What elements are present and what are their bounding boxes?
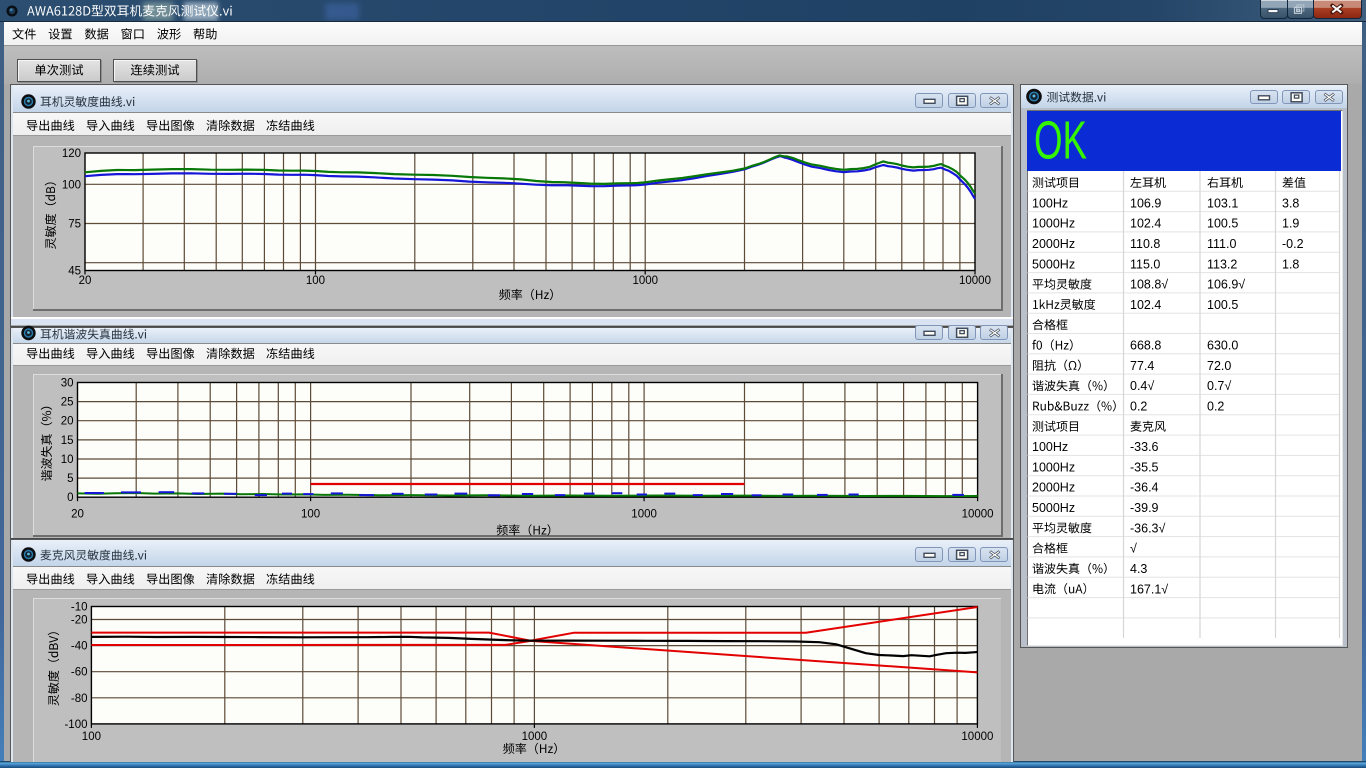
svg-text:668.8: 668.8 xyxy=(1130,339,1161,353)
svg-text:-36.3√: -36.3√ xyxy=(1130,521,1165,535)
svg-text:1.8: 1.8 xyxy=(1282,257,1299,271)
svg-text:-60: -60 xyxy=(71,667,88,679)
svg-text:1000: 1000 xyxy=(522,731,548,743)
svg-text:5000Hz: 5000Hz xyxy=(1032,501,1075,515)
svg-text:OK: OK xyxy=(1034,109,1087,170)
svg-text:100Hz: 100Hz xyxy=(1032,196,1068,210)
svg-text:5000Hz: 5000Hz xyxy=(1032,257,1075,271)
svg-text:-35.5: -35.5 xyxy=(1130,460,1159,474)
svg-text:115.0: 115.0 xyxy=(1130,257,1160,271)
svg-text:100: 100 xyxy=(306,275,325,287)
svg-text:20: 20 xyxy=(61,416,74,428)
svg-text:630.0: 630.0 xyxy=(1207,339,1238,353)
svg-text:100: 100 xyxy=(301,509,320,521)
svg-text:1000Hz: 1000Hz xyxy=(1032,217,1075,231)
svg-text:100.5: 100.5 xyxy=(1207,298,1238,312)
svg-text:-36.4: -36.4 xyxy=(1130,481,1159,495)
svg-text:167.1√: 167.1√ xyxy=(1130,582,1168,596)
svg-text:10000: 10000 xyxy=(961,731,993,743)
svg-text:25: 25 xyxy=(61,397,74,409)
svg-text:100: 100 xyxy=(62,179,81,191)
svg-text:100.5: 100.5 xyxy=(1207,217,1238,231)
svg-text:20: 20 xyxy=(79,275,92,287)
svg-text:-20: -20 xyxy=(71,615,88,627)
svg-text:102.4: 102.4 xyxy=(1130,298,1161,312)
svg-text:15: 15 xyxy=(61,435,74,447)
svg-text:1000: 1000 xyxy=(631,509,657,521)
svg-text:103.1: 103.1 xyxy=(1207,196,1238,210)
svg-text:-39.9: -39.9 xyxy=(1130,501,1159,515)
svg-text:4.3: 4.3 xyxy=(1130,562,1147,576)
svg-text:108.8√: 108.8√ xyxy=(1130,278,1168,292)
svg-text:1000Hz: 1000Hz xyxy=(1032,460,1075,474)
svg-text:√: √ xyxy=(1130,542,1137,556)
svg-text:5: 5 xyxy=(67,473,73,485)
svg-text:100: 100 xyxy=(82,731,101,743)
svg-text:30: 30 xyxy=(61,378,74,390)
svg-text:1.9: 1.9 xyxy=(1282,217,1299,231)
svg-text:110.8: 110.8 xyxy=(1130,237,1160,251)
svg-text:3.8: 3.8 xyxy=(1282,196,1299,210)
svg-text:10000: 10000 xyxy=(959,275,991,287)
svg-text:120: 120 xyxy=(62,148,81,160)
svg-text:-10: -10 xyxy=(71,602,88,614)
svg-text:0.7√: 0.7√ xyxy=(1207,379,1231,393)
svg-text:0.2: 0.2 xyxy=(1130,399,1147,413)
svg-text:111.0: 111.0 xyxy=(1207,237,1236,251)
svg-text:2000Hz: 2000Hz xyxy=(1032,237,1075,251)
svg-text:77.4: 77.4 xyxy=(1130,359,1154,373)
svg-text:-100: -100 xyxy=(64,719,87,731)
svg-text:2000Hz: 2000Hz xyxy=(1032,481,1075,495)
svg-text:100Hz: 100Hz xyxy=(1032,440,1068,454)
svg-text:20: 20 xyxy=(71,509,84,521)
svg-text:72.0: 72.0 xyxy=(1207,359,1231,373)
svg-text:106.9√: 106.9√ xyxy=(1207,278,1245,292)
svg-text:113.2: 113.2 xyxy=(1207,257,1237,271)
svg-text:-0.2: -0.2 xyxy=(1282,237,1304,251)
svg-text:102.4: 102.4 xyxy=(1130,217,1161,231)
svg-text:75: 75 xyxy=(68,219,81,231)
svg-text:10000: 10000 xyxy=(962,509,994,521)
svg-text:0: 0 xyxy=(67,492,73,504)
svg-text:0.2: 0.2 xyxy=(1207,399,1224,413)
svg-text:10: 10 xyxy=(61,454,74,466)
svg-text:106.9: 106.9 xyxy=(1130,196,1161,210)
svg-text:-80: -80 xyxy=(71,693,88,705)
svg-text:-33.6: -33.6 xyxy=(1130,440,1159,454)
svg-text:0.4√: 0.4√ xyxy=(1130,379,1154,393)
svg-text:-40: -40 xyxy=(71,641,88,653)
svg-text:1000: 1000 xyxy=(632,275,658,287)
